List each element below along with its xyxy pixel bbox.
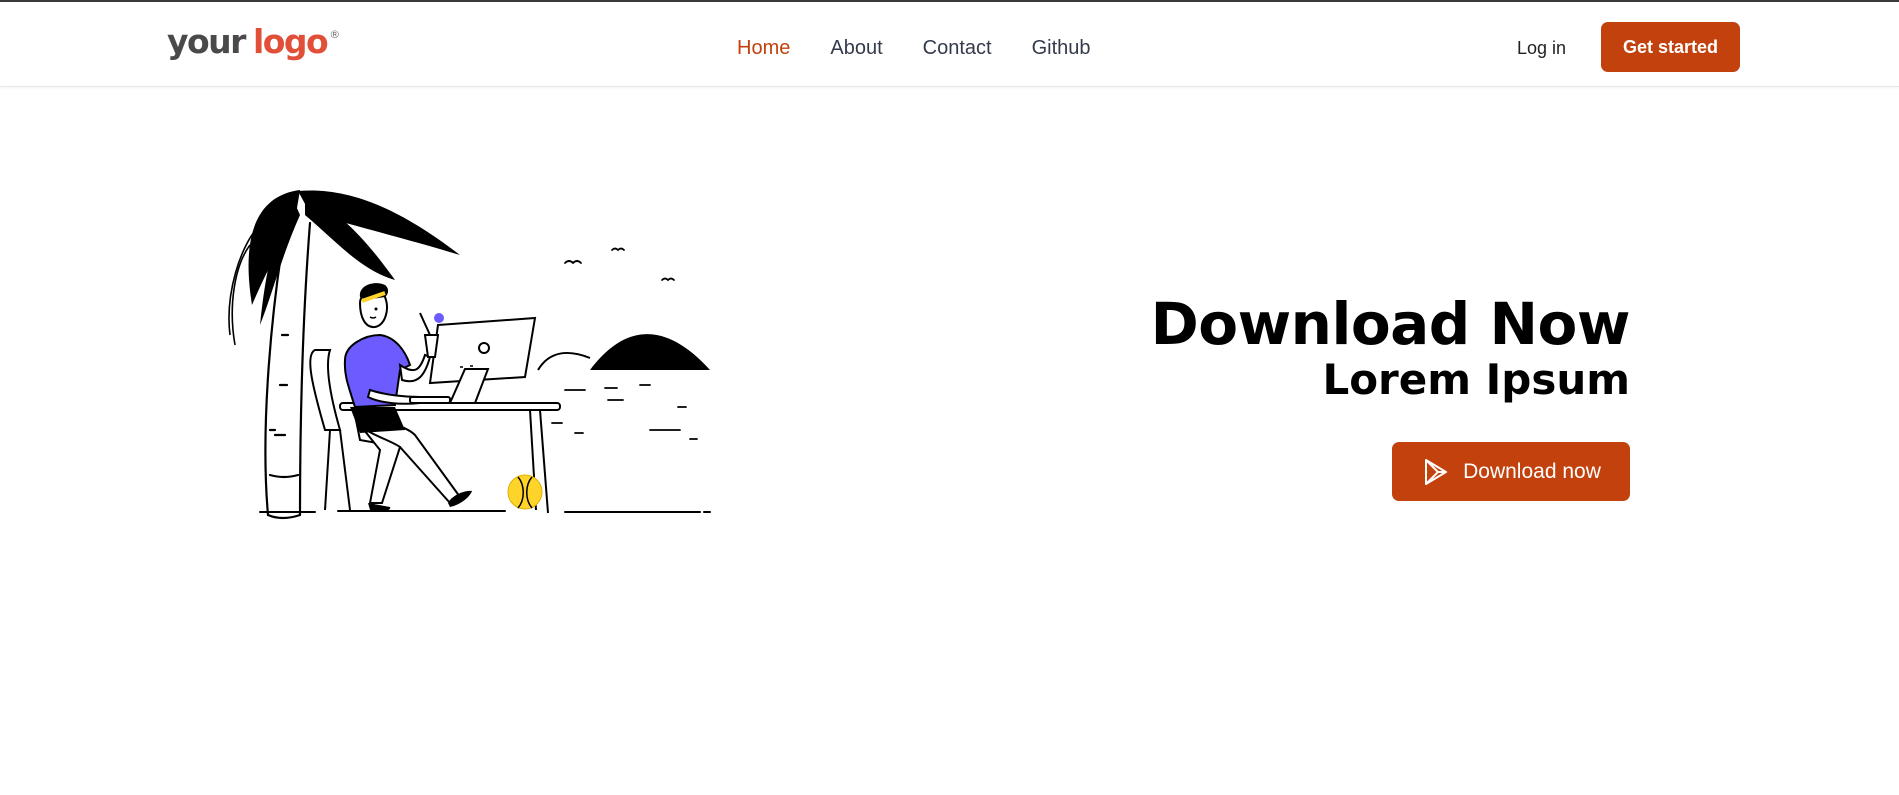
logo-word-logo: logo [252, 22, 329, 61]
hero-title: Download Now [1150, 290, 1631, 358]
hero-subtitle: Lorem Ipsum [1322, 355, 1630, 404]
download-now-label: Download now [1463, 459, 1601, 483]
login-link[interactable]: Log in [1517, 36, 1566, 60]
nav-github[interactable]: Github [1032, 36, 1091, 60]
hero-text: Download Now Lorem Ipsum [1150, 290, 1631, 404]
logo[interactable]: your logo ® [167, 22, 340, 61]
get-started-button[interactable]: Get started [1601, 22, 1740, 72]
play-store-icon [1421, 457, 1451, 487]
site-header: your logo ® Home About Contact Github Lo… [0, 2, 1899, 87]
nav-contact[interactable]: Contact [923, 36, 992, 60]
main-nav: Home About Contact Github [737, 36, 1131, 60]
registered-mark: ® [329, 28, 341, 41]
logo-word-your: your [167, 22, 246, 61]
hero-illustration [228, 190, 711, 520]
download-now-button[interactable]: Download now [1392, 442, 1630, 501]
nav-home[interactable]: Home [737, 36, 790, 60]
nav-about[interactable]: About [830, 36, 882, 60]
